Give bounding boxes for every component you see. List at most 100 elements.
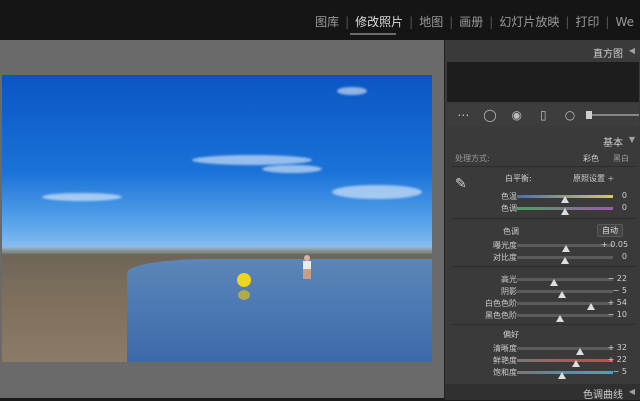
contrast-label: 对比度	[493, 253, 517, 262]
expand-triangle-icon[interactable]: ▼	[629, 135, 635, 144]
contrast-slider-row: 对比度 0	[445, 252, 640, 264]
exposure-thumb[interactable]	[561, 245, 570, 252]
tab-library[interactable]: 图库	[309, 15, 345, 29]
collapse-triangle-icon[interactable]: ◀	[629, 46, 635, 55]
histogram-header[interactable]: 直方图 ◀	[445, 43, 640, 60]
auto-tone-button[interactable]: 自动	[597, 224, 623, 237]
module-tabs: 图库 | 修改照片 | 地图 | 画册 | 幻灯片放映 | 打印 | We	[309, 15, 640, 29]
photo-cloud	[42, 193, 122, 201]
whites-value[interactable]: + 54	[601, 298, 627, 307]
vibrance-thumb[interactable]	[571, 360, 580, 367]
basic-header[interactable]: 基本 ▼	[445, 132, 640, 149]
tint-slider-row: 色调 0	[445, 203, 640, 215]
photo-child	[302, 255, 312, 279]
child-legs	[303, 269, 311, 279]
active-tab-indicator	[350, 33, 396, 35]
temp-slider-row: 色温 0	[445, 191, 640, 203]
module-bar: 图库 | 修改照片 | 地图 | 画册 | 幻灯片放映 | 打印 | We	[0, 0, 640, 40]
child-body	[303, 261, 311, 269]
blacks-value[interactable]: − 10	[601, 310, 627, 319]
tool-strip: ⋯ ◯ ◉ ▯ ○	[447, 104, 639, 126]
saturation-thumb[interactable]	[558, 372, 567, 379]
vibrance-track[interactable]	[517, 359, 613, 367]
contrast-track[interactable]	[517, 256, 613, 264]
exposure-slider-row: 曝光度 + 0.05	[445, 240, 640, 252]
shadows-value[interactable]: − 5	[601, 286, 627, 295]
shadows-track[interactable]	[517, 290, 613, 298]
exposure-value[interactable]: + 0.05	[601, 240, 628, 249]
tab-map[interactable]: 地图	[413, 15, 449, 29]
tint-track[interactable]	[517, 207, 613, 215]
photo-cloud	[192, 155, 312, 165]
brush-slider-thumb[interactable]	[586, 111, 593, 119]
highlights-value[interactable]: − 22	[601, 274, 627, 283]
collapse-triangle-icon[interactable]: ◀	[629, 387, 635, 396]
divider	[451, 266, 635, 267]
whites-slider-row: 白色色阶 + 54	[445, 298, 640, 310]
temp-track[interactable]	[517, 195, 613, 203]
vibrance-slider-row: 鲜艳度 + 22	[445, 355, 640, 367]
photo-cloud	[337, 87, 367, 95]
histogram	[447, 62, 639, 102]
treatment-label: 处理方式:	[455, 154, 490, 163]
tab-slideshow[interactable]: 幻灯片放映	[493, 15, 565, 29]
saturation-value[interactable]: − 5	[601, 367, 627, 376]
vibrance-label: 鲜艳度	[493, 356, 517, 365]
basic-title: 基本	[603, 138, 623, 149]
whites-track[interactable]	[517, 302, 613, 310]
saturation-label: 饱和度	[493, 368, 517, 377]
tab-print[interactable]: 打印	[569, 15, 605, 29]
clarity-thumb[interactable]	[576, 348, 585, 355]
saturation-track[interactable]	[517, 371, 613, 379]
temp-thumb[interactable]	[561, 196, 569, 203]
eyedropper-icon[interactable]: ✎	[455, 176, 467, 192]
tint-thumb[interactable]	[561, 208, 569, 215]
whites-label: 白色色阶	[485, 299, 517, 308]
radial-filter-icon[interactable]: ○	[560, 107, 581, 123]
blacks-track[interactable]	[517, 314, 613, 322]
redeye-icon[interactable]: ◉	[506, 107, 527, 123]
tab-develop[interactable]: 修改照片	[349, 15, 409, 29]
exposure-label: 曝光度	[493, 241, 517, 250]
blacks-slider-row: 黑色色阶 − 10	[445, 310, 640, 322]
photo-preview[interactable]	[2, 75, 432, 362]
shadows-slider-row: 阴影 − 5	[445, 286, 640, 298]
graduated-filter-icon[interactable]: ▯	[533, 107, 554, 123]
temp-value[interactable]: 0	[601, 191, 627, 200]
tone-label: 色调	[503, 227, 519, 236]
develop-panel: 直方图 ◀ ⋯ ◯ ◉ ▯ ○ 基本 ▼ 处理方式: 彩色 黑白 ✎ 白平衡: …	[444, 40, 640, 401]
divider	[451, 324, 635, 325]
divider	[451, 218, 635, 219]
contrast-value[interactable]: 0	[601, 252, 627, 261]
saturation-slider-row: 饱和度 − 5	[445, 367, 640, 379]
spot-removal-icon[interactable]: ◯	[480, 107, 501, 123]
tint-value[interactable]: 0	[601, 203, 627, 212]
histogram-title: 直方图	[593, 49, 623, 60]
clarity-slider-row: 清晰度 + 32	[445, 343, 640, 355]
treatment-bw-button[interactable]: 黑白	[613, 153, 629, 164]
tab-book[interactable]: 画册	[453, 15, 489, 29]
highlights-thumb[interactable]	[550, 279, 559, 286]
treatment-color-button[interactable]: 彩色	[583, 153, 599, 164]
temp-label: 色温	[501, 192, 517, 201]
highlights-track[interactable]	[517, 278, 613, 286]
presence-label: 偏好	[503, 330, 519, 339]
blacks-thumb[interactable]	[556, 315, 565, 322]
highlights-label: 高光	[501, 275, 517, 284]
crop-icon[interactable]: ⋯	[453, 107, 474, 123]
brush-slider[interactable]	[586, 111, 639, 119]
exposure-track[interactable]	[517, 244, 613, 252]
vibrance-value[interactable]: + 22	[601, 355, 627, 364]
shadows-thumb[interactable]	[558, 291, 567, 298]
photo-ball-reflection	[238, 290, 250, 300]
tone-curve-title: 色调曲线	[583, 390, 623, 401]
tab-web[interactable]: We	[609, 15, 640, 29]
whites-thumb[interactable]	[586, 303, 595, 310]
clarity-track[interactable]	[517, 347, 613, 355]
photo-cloud	[332, 185, 422, 199]
clarity-value[interactable]: + 32	[601, 343, 627, 352]
contrast-thumb[interactable]	[561, 257, 569, 264]
wb-label: 白平衡:	[505, 174, 532, 183]
photo-water	[127, 259, 432, 362]
wb-dropdown[interactable]: 原照设置 ÷	[573, 173, 614, 184]
